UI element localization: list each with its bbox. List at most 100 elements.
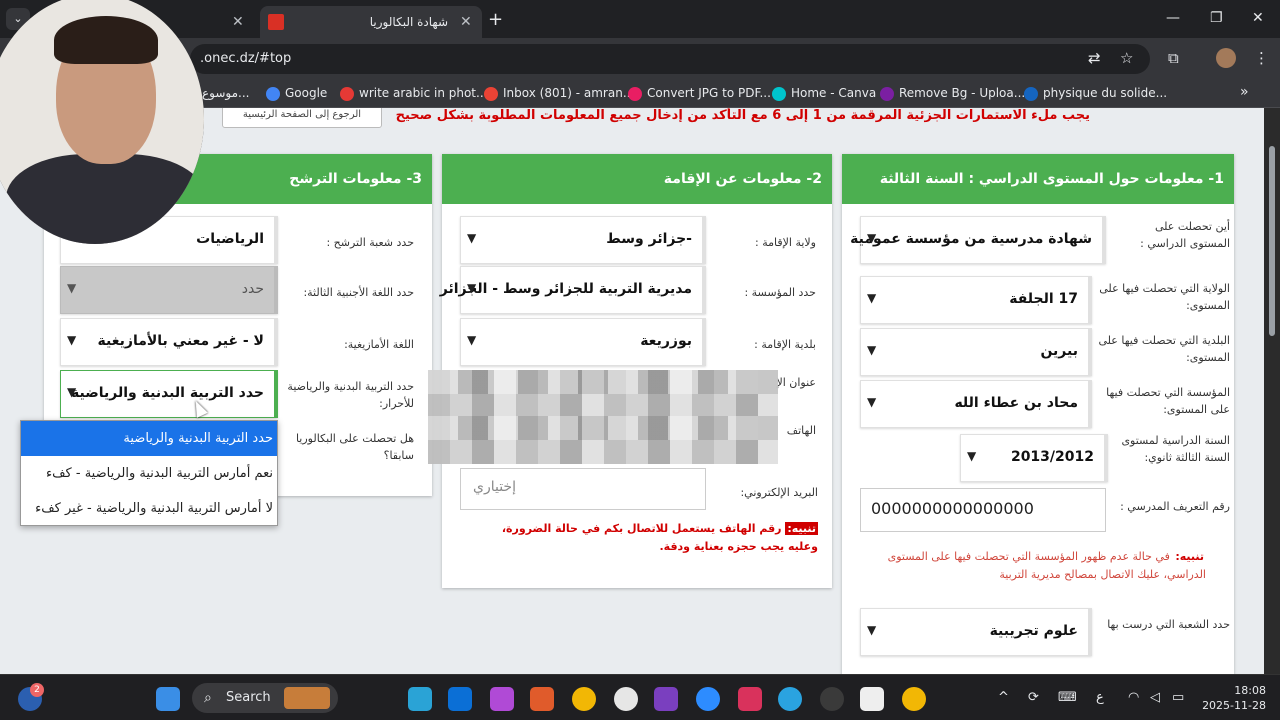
study-branch-select[interactable]: علوم تجريبية ▼: [860, 608, 1092, 656]
bookmark-item[interactable]: write arabic in phot...: [340, 86, 487, 101]
app-icon[interactable]: [408, 687, 432, 711]
field-label: ولاية الإقامة :: [755, 236, 816, 249]
url-text: .onec.dz/#top: [200, 51, 292, 66]
screen: ⌄ ✕ شهادة البكالوريا ✕ + — ❐ ✕ .onec.dz/…: [0, 0, 1280, 720]
field-label: حدد المؤسسة :: [744, 286, 816, 299]
study-wilaya-select[interactable]: 17 الجلفة ▼: [860, 276, 1092, 324]
address-bar[interactable]: .onec.dz/#top ⇄ ☆: [190, 44, 1150, 74]
field-label: أين تحصلت على المستوى الدراسي :: [1140, 220, 1230, 250]
tab-title: شهادة البكالوريا: [369, 15, 448, 29]
app-icon[interactable]: [530, 687, 554, 711]
bookmark-item[interactable]: Inbox (801) - amran...: [484, 86, 634, 101]
canva-icon: [772, 86, 786, 101]
bookmarks-overflow-icon[interactable]: »: [1240, 84, 1249, 100]
study-school-select[interactable]: محاد بن عطاء الله ▼: [860, 380, 1092, 428]
field-label: المؤسسة التي تحصلت فيها على المستوى:: [1106, 386, 1230, 416]
extensions-icon[interactable]: ⧉: [1168, 49, 1179, 67]
dropdown-option[interactable]: لا أمارس التربية البدنية والرياضية - غير…: [21, 491, 277, 526]
physical-education-select[interactable]: حدد التربية البدنية والرياضية ▼: [60, 370, 278, 418]
pdf-icon[interactable]: [738, 687, 762, 711]
chevron-down-icon: ▼: [67, 333, 77, 347]
chevron-down-icon: ▼: [67, 385, 77, 399]
telegram-icon[interactable]: [778, 687, 802, 711]
field-label: بلدية الإقامة :: [754, 338, 816, 351]
capcut-icon[interactable]: [860, 687, 884, 711]
keyboard-icon[interactable]: ⌨: [1058, 690, 1077, 705]
residence-directorate-select[interactable]: مديرية التربية للجزائر وسط - الجزائر ▼: [440, 266, 706, 314]
translate-icon[interactable]: ⇄: [1088, 49, 1101, 67]
page-scrollbar[interactable]: [1264, 108, 1280, 674]
field-label: حدد التربية البدنية والرياضية للأحرار:: [287, 380, 414, 410]
section-title: 2- معلومات عن الإقامة: [442, 154, 832, 204]
menu-dots-icon[interactable]: ⋮: [1254, 49, 1269, 67]
chevron-down-icon: ▼: [867, 291, 877, 305]
close-icon[interactable]: ✕: [460, 14, 472, 30]
field-label: البريد الإلكتروني:: [740, 486, 818, 499]
taskbar-search[interactable]: ⌕ Search: [192, 683, 338, 713]
profile-avatar[interactable]: [1216, 48, 1236, 68]
input-language[interactable]: ع: [1096, 690, 1104, 705]
chevron-down-icon: ▼: [867, 623, 877, 637]
chrome-icon[interactable]: [572, 687, 596, 711]
site-favicon-icon: [268, 14, 284, 30]
zoom-icon[interactable]: [696, 687, 720, 711]
dropdown-option[interactable]: نعم أمارس التربية البدنية والرياضية - كف…: [21, 456, 277, 491]
onenote-icon[interactable]: [654, 687, 678, 711]
volume-icon[interactable]: ◁: [1150, 690, 1160, 705]
minimize-icon[interactable]: —: [1166, 10, 1180, 26]
bookmark-item[interactable]: Convert JPG to PDF...: [628, 86, 771, 101]
copilot-icon[interactable]: [490, 687, 514, 711]
chevron-down-icon: ▼: [967, 449, 977, 463]
edge-icon[interactable]: [448, 687, 472, 711]
redacted-area: [428, 370, 778, 464]
page-notice: يجب ملء الاستمارات الجزئية المرقمة من 1 …: [395, 108, 1090, 123]
bookmark-item[interactable]: Home - Canva: [772, 86, 876, 101]
bookmark-favicon-icon: [880, 86, 894, 101]
field-label: حدد اللغة الأجنبية الثالثة:: [303, 286, 414, 299]
field-label: حدد شعبة الترشح :: [326, 236, 414, 249]
restore-icon[interactable]: ❐: [1210, 10, 1223, 26]
bookmark-item[interactable]: Google: [266, 86, 327, 101]
battery-icon[interactable]: ▭: [1172, 690, 1184, 705]
taskbar-clock[interactable]: 18:08 2025-11-28: [1200, 683, 1266, 713]
windows-taskbar: 2 ⌕ Search ^ ⟳ ⌨ ع ◠ ◁ ▭ 18:08 2025-11-2…: [0, 674, 1280, 720]
residence-commune-select[interactable]: بوزريعة ▼: [460, 318, 706, 366]
chevron-down-icon: ▼: [67, 281, 77, 295]
bookmark-item[interactable]: موسوع...: [202, 86, 250, 100]
amazigh-select[interactable]: لا - غير معني بالأمازيغية ▼: [60, 318, 278, 366]
school-warning: تنبيه: في حالة عدم ظهور المؤسسة التي تحص…: [887, 550, 1206, 581]
bookmark-favicon-icon: [1024, 86, 1038, 101]
study-year-select[interactable]: 2013/2012 ▼: [960, 434, 1108, 482]
residence-wilaya-select[interactable]: -جزائر وسط ▼: [460, 216, 706, 264]
school-id-field[interactable]: 0000000000000000: [860, 488, 1106, 532]
sync-icon[interactable]: ⟳: [1028, 690, 1039, 705]
bookmark-item[interactable]: physique du solide...: [1024, 86, 1167, 101]
new-tab-icon[interactable]: +: [488, 9, 503, 30]
study-source-select[interactable]: شهادة مدرسية من مؤسسة عمومية ▼: [850, 216, 1106, 264]
tray-overflow-icon[interactable]: ^: [998, 690, 1009, 705]
obs-icon[interactable]: [820, 687, 844, 711]
bookmark-star-icon[interactable]: ☆: [1120, 49, 1133, 67]
google-icon: [266, 86, 280, 101]
foreign-language-select[interactable]: حدد ▼: [60, 266, 278, 314]
study-commune-select[interactable]: بيرين ▼: [860, 328, 1092, 376]
field-label: السنة الدراسية لمستوى السنة الثالثة ثانو…: [1121, 434, 1230, 464]
email-field[interactable]: إختياري: [460, 468, 706, 510]
close-icon[interactable]: ✕: [232, 14, 244, 30]
chevron-down-icon: ▼: [467, 281, 477, 295]
wifi-icon[interactable]: ◠: [1128, 690, 1139, 705]
field-label: الولاية التي تحصلت فيها على المستوى:: [1099, 282, 1230, 312]
bookmark-item[interactable]: Remove Bg - Uploa...: [880, 86, 1025, 101]
tab-active[interactable]: شهادة البكالوريا ✕: [260, 6, 482, 38]
scrollbar-thumb[interactable]: [1269, 146, 1275, 336]
start-icon[interactable]: [156, 687, 180, 711]
chevron-down-icon: ▼: [867, 395, 877, 409]
app-icon[interactable]: [614, 687, 638, 711]
home-button[interactable]: الرجوع إلى الصفحة الرئيسية: [222, 108, 382, 128]
bookmark-favicon-icon: [340, 86, 354, 101]
chrome-icon[interactable]: [902, 687, 926, 711]
dropdown-option[interactable]: حدد التربية البدنية والرياضية: [21, 421, 277, 456]
field-label: رقم التعريف المدرسي :: [1120, 500, 1230, 513]
window-close-icon[interactable]: ✕: [1252, 10, 1264, 26]
chevron-down-icon: ▼: [867, 343, 877, 357]
